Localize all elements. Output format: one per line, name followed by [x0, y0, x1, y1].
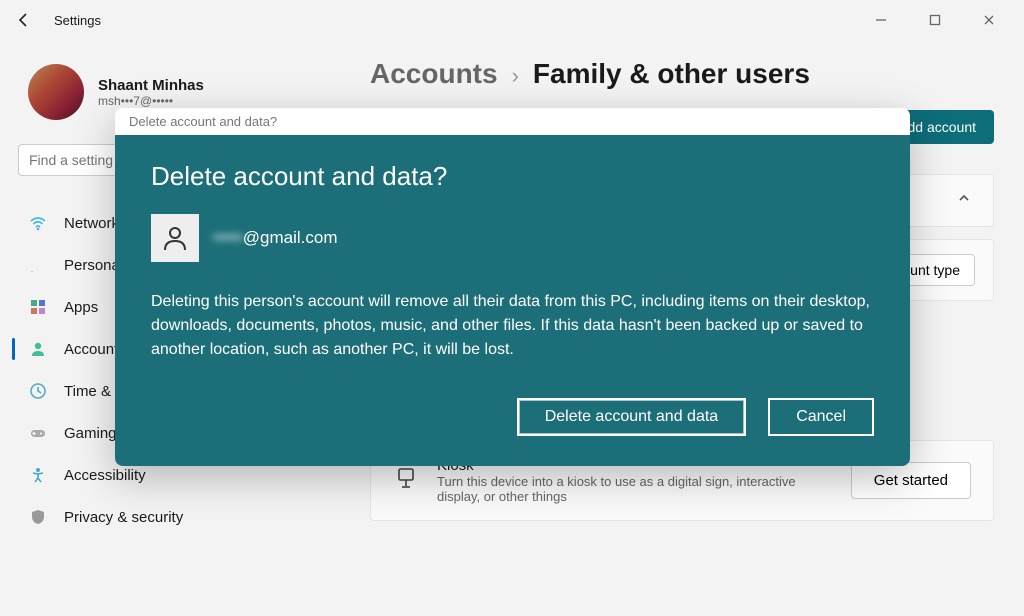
- accessibility-icon: [28, 465, 48, 485]
- app-title: Settings: [54, 13, 101, 28]
- dialog-body-text: Deleting this person's account will remo…: [151, 290, 874, 362]
- shield-icon: [28, 507, 48, 527]
- dialog-actions: Delete account and data Cancel: [151, 398, 874, 436]
- sidebar-item-label: Accessibility: [64, 467, 146, 484]
- dialog-heading: Delete account and data?: [151, 161, 874, 192]
- wifi-icon: [28, 213, 48, 233]
- user-email: msh•••7@•••••: [98, 94, 204, 108]
- minimize-button[interactable]: [866, 5, 896, 35]
- breadcrumb: Accounts › Family & other users: [370, 58, 994, 90]
- dialog-user-email: •••••@gmail.com: [213, 228, 338, 248]
- title-bar: Settings: [0, 0, 1024, 40]
- breadcrumb-current: Family & other users: [533, 58, 810, 90]
- user-icon: [28, 339, 48, 359]
- delete-account-confirm-button[interactable]: Delete account and data: [517, 398, 746, 436]
- maximize-button[interactable]: [920, 5, 950, 35]
- sidebar-item-label: Apps: [64, 299, 98, 316]
- cancel-button[interactable]: Cancel: [768, 398, 874, 436]
- gamepad-icon: [28, 423, 48, 443]
- apps-icon: [28, 297, 48, 317]
- breadcrumb-parent[interactable]: Accounts: [370, 58, 498, 90]
- avatar: [28, 64, 84, 120]
- sidebar-item-label: Privacy & security: [64, 509, 183, 526]
- user-silhouette-icon: [151, 214, 199, 262]
- kiosk-icon: [393, 465, 419, 496]
- sidebar-item-label: Gaming: [64, 425, 117, 442]
- back-button[interactable]: [12, 8, 36, 32]
- sidebar-item-privacy[interactable]: Privacy & security: [18, 496, 322, 538]
- close-button[interactable]: [974, 5, 1004, 35]
- kiosk-description: Turn this device into a kiosk to use as …: [437, 474, 817, 504]
- dialog-chrome-title: Delete account and data?: [115, 108, 910, 135]
- window-controls: [866, 5, 1012, 35]
- user-name: Shaant Minhas: [98, 77, 204, 94]
- delete-account-dialog: Delete account and data? Delete account …: [115, 108, 910, 466]
- dialog-user-row: •••••@gmail.com: [151, 214, 874, 262]
- clock-icon: [28, 381, 48, 401]
- kiosk-get-started-button[interactable]: Get started: [851, 462, 971, 499]
- chevron-up-icon[interactable]: [957, 191, 971, 210]
- chevron-right-icon: ›: [512, 63, 519, 89]
- brush-icon: [28, 255, 48, 275]
